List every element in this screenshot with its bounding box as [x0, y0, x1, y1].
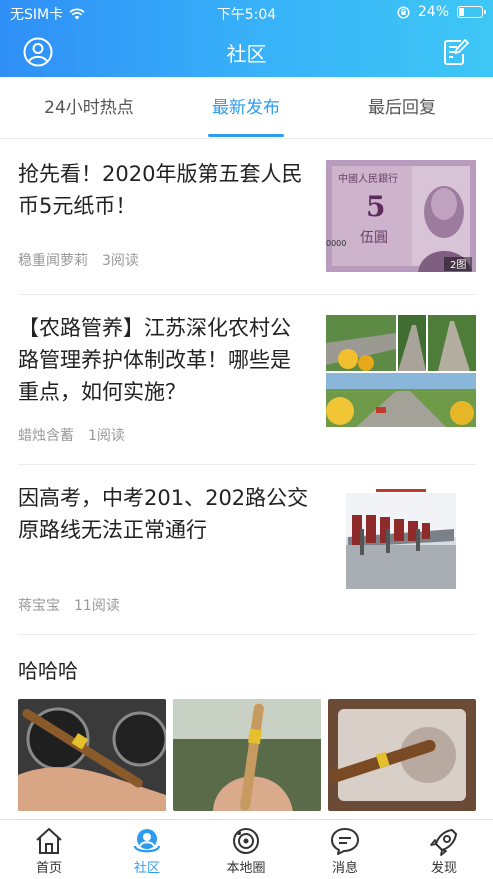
battery-fill [459, 8, 465, 16]
orientation-lock-icon [397, 5, 410, 19]
tab-latest[interactable]: 最新发布 [164, 77, 328, 139]
cigar-hand-image[interactable] [173, 699, 321, 811]
tabbar-community[interactable]: 社区 [98, 820, 196, 879]
article-meta: 稳重闻萝莉 3阅读 [18, 250, 139, 270]
compose-icon[interactable] [439, 36, 471, 68]
article-title[interactable]: 因高考，中考201、202路公交原路线无法正常通行 [18, 482, 310, 546]
svg-text:0000: 0000 [326, 239, 346, 248]
article-title[interactable]: 抢先看！2020年版第五套人民币5元纸币！ [18, 158, 310, 222]
svg-text:伍圓: 伍圓 [360, 230, 388, 246]
cigar-ashtray-image[interactable] [328, 699, 476, 811]
svg-text:5: 5 [366, 190, 385, 223]
bottom-tab-bar: 首页 社区 本地圈 消息 发现 [0, 819, 493, 879]
tab-active-indicator [208, 134, 284, 137]
thumb-badge: 2图 [450, 259, 466, 271]
post-title[interactable]: 哈哈哈 [18, 655, 78, 684]
article-author: 蒋宝宝 [18, 598, 60, 614]
navbar: 社区 [0, 26, 493, 77]
tabbar-messages[interactable]: 消息 [296, 820, 394, 879]
article-item[interactable]: 因高考，中考201、202路公交原路线无法正常通行 蒋宝宝 11阅读 [18, 465, 476, 635]
tabbar-local-circle[interactable]: 本地圈 [197, 820, 295, 879]
bus-station-image[interactable] [326, 485, 476, 597]
article-meta: 蜡烛含蓄 1阅读 [18, 425, 125, 445]
svg-text:中國人民銀行: 中國人民銀行 [338, 172, 398, 185]
battery-icon [457, 6, 486, 18]
article-item[interactable]: 抢先看！2020年版第五套人民币5元纸币！ 稳重闻萝莉 3阅读 中國人民銀行 5 … [18, 139, 476, 295]
message-icon [331, 828, 359, 855]
tab-24h-hot[interactable]: 24小时热点 [7, 77, 171, 139]
article-meta: 蒋宝宝 11阅读 [18, 595, 120, 615]
rural-road-collage-image[interactable] [326, 315, 476, 427]
article-reads: 1阅读 [88, 428, 125, 444]
tabbar-home[interactable]: 首页 [0, 820, 98, 879]
article-reads: 3阅读 [102, 253, 139, 269]
community-icon [133, 829, 161, 853]
banknote-image[interactable]: 中國人民銀行 5 伍圓 0000 2图 [326, 160, 476, 272]
status-bar: 无SIM卡 下午5:04 24% [0, 0, 493, 26]
post-image-gallery [18, 699, 476, 811]
article-reads: 11阅读 [74, 598, 120, 614]
article-author: 蜡烛含蓄 [18, 428, 74, 444]
tab-bar: 24小时热点 最新发布 最后回复 [0, 77, 493, 139]
rocket-icon [430, 829, 457, 856]
tab-last-reply[interactable]: 最后回复 [320, 77, 484, 139]
tabbar-discover[interactable]: 发现 [395, 820, 493, 879]
app-header: 无SIM卡 下午5:04 24% 社区 [0, 0, 493, 77]
cigar-car-vent-image[interactable] [18, 699, 166, 811]
article-author: 稳重闻萝莉 [18, 253, 88, 269]
battery-percent: 24% [417, 4, 449, 20]
local-circle-icon [233, 828, 259, 854]
page-title: 社区 [226, 42, 267, 66]
article-item[interactable]: 【农路管养】江苏深化农村公路管理养护体制改革！哪些是重点，如何实施？ 蜡烛含蓄 1… [18, 295, 476, 465]
article-title[interactable]: 【农路管养】江苏深化农村公路管理养护体制改革！哪些是重点，如何实施？ [18, 312, 310, 408]
home-icon [36, 828, 62, 854]
